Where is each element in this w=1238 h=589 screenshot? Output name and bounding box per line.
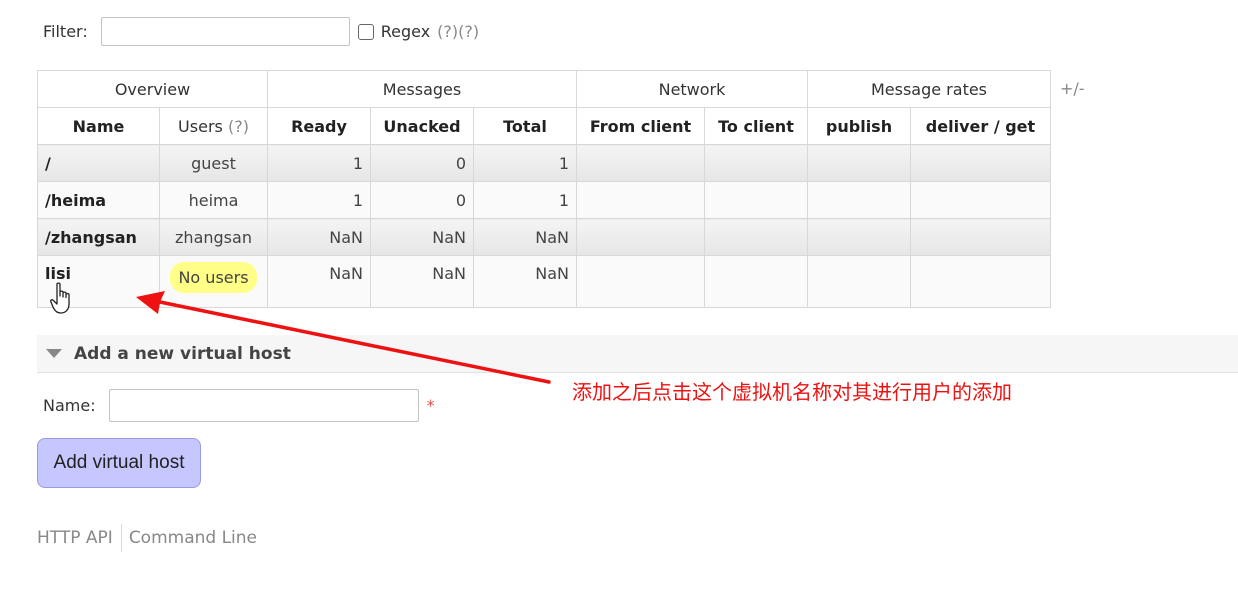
to-client-cell bbox=[704, 255, 808, 308]
unacked-cell: NaN bbox=[370, 255, 474, 308]
to-client-cell bbox=[704, 181, 808, 219]
publish-cell bbox=[807, 181, 911, 219]
col-unacked[interactable]: Unacked bbox=[370, 107, 474, 145]
to-client-cell bbox=[704, 218, 808, 256]
vhost-users-cell: heima bbox=[159, 181, 268, 219]
to-client-cell bbox=[704, 144, 808, 182]
unacked-cell: 0 bbox=[370, 181, 474, 219]
vhosts-table: Overview Messages Network Message rates … bbox=[37, 70, 1051, 308]
deliver-get-cell bbox=[910, 255, 1051, 308]
regex-help-link-2[interactable]: (?) bbox=[458, 22, 479, 41]
total-cell: NaN bbox=[473, 218, 577, 256]
command-line-link[interactable]: Command Line bbox=[129, 528, 257, 548]
regex-checkbox[interactable] bbox=[357, 23, 374, 40]
group-network: Network bbox=[576, 70, 808, 108]
deliver-get-cell bbox=[910, 218, 1051, 256]
col-to-client[interactable]: To client bbox=[704, 107, 808, 145]
hand-cursor-icon bbox=[50, 282, 70, 314]
vhost-name-label: Name: bbox=[43, 396, 96, 415]
col-name[interactable]: Name bbox=[37, 107, 160, 145]
table-row: /zhangsan zhangsan NaN NaN NaN bbox=[37, 218, 1051, 256]
regex-label: Regex bbox=[380, 22, 431, 41]
col-total[interactable]: Total bbox=[473, 107, 577, 145]
total-cell: 1 bbox=[473, 144, 577, 182]
deliver-get-cell bbox=[910, 144, 1051, 182]
column-toggle-link[interactable]: +/- bbox=[1060, 79, 1085, 98]
footer-divider bbox=[120, 524, 122, 552]
no-users-badge: No users bbox=[170, 262, 257, 293]
col-deliver-get[interactable]: deliver / get bbox=[910, 107, 1051, 145]
users-help-link[interactable]: (?) bbox=[228, 117, 249, 136]
from-client-cell bbox=[576, 218, 705, 256]
vhost-name-cell: /heima bbox=[37, 181, 160, 219]
group-overview: Overview bbox=[37, 70, 268, 108]
table-row: / guest 1 0 1 bbox=[37, 144, 1051, 182]
table-row: lisi No users NaN NaN NaN bbox=[37, 255, 1051, 308]
vhost-users-cell: guest bbox=[159, 144, 268, 182]
col-publish[interactable]: publish bbox=[807, 107, 911, 145]
vhost-link[interactable]: / bbox=[45, 154, 51, 173]
group-messages: Messages bbox=[267, 70, 577, 108]
vhost-link[interactable]: /heima bbox=[45, 191, 106, 210]
from-client-cell bbox=[576, 181, 705, 219]
vhost-name-cell: /zhangsan bbox=[37, 218, 160, 256]
publish-cell bbox=[807, 218, 911, 256]
unacked-cell: 0 bbox=[370, 144, 474, 182]
total-cell: NaN bbox=[473, 255, 577, 308]
collapse-triangle-icon bbox=[46, 349, 62, 358]
from-client-cell bbox=[576, 144, 705, 182]
col-users[interactable]: Users (?) bbox=[159, 107, 268, 145]
filter-input[interactable] bbox=[100, 17, 350, 46]
vhost-name-cell: / bbox=[37, 144, 160, 182]
table-row: /heima heima 1 0 1 bbox=[37, 181, 1051, 219]
http-api-link[interactable]: HTTP API bbox=[37, 528, 113, 548]
add-vhost-section-title: Add a new virtual host bbox=[74, 343, 291, 364]
ready-cell: NaN bbox=[267, 218, 371, 256]
annotation-text: 添加之后点击这个虚拟机名称对其进行用户的添加 bbox=[572, 380, 1012, 404]
add-vhost-section-toggle[interactable]: Add a new virtual host bbox=[37, 335, 1238, 373]
col-from-client[interactable]: From client bbox=[576, 107, 705, 145]
col-users-label: Users bbox=[178, 116, 223, 136]
filter-row: Filter: Regex (?) (?) bbox=[43, 15, 479, 48]
total-cell: 1 bbox=[473, 181, 577, 219]
vhost-users-cell: zhangsan bbox=[159, 218, 268, 256]
publish-cell bbox=[807, 255, 911, 308]
regex-help-link-1[interactable]: (?) bbox=[437, 22, 458, 41]
vhost-link[interactable]: /zhangsan bbox=[45, 228, 137, 247]
add-virtual-host-button[interactable]: Add virtual host bbox=[37, 438, 201, 488]
required-mark: * bbox=[426, 396, 435, 415]
ready-cell: 1 bbox=[267, 144, 371, 182]
unacked-cell: NaN bbox=[370, 218, 474, 256]
filter-label: Filter: bbox=[43, 22, 88, 41]
col-ready[interactable]: Ready bbox=[267, 107, 371, 145]
vhost-name-row: Name: * bbox=[43, 389, 435, 422]
ready-cell: NaN bbox=[267, 255, 371, 308]
vhost-link[interactable]: lisi bbox=[45, 264, 71, 283]
vhost-users-cell: No users bbox=[159, 255, 268, 308]
footer: HTTP API Command Line bbox=[37, 524, 257, 552]
ready-cell: 1 bbox=[267, 181, 371, 219]
publish-cell bbox=[807, 144, 911, 182]
deliver-get-cell bbox=[910, 181, 1051, 219]
vhost-name-input[interactable] bbox=[108, 389, 419, 422]
group-message-rates: Message rates bbox=[807, 70, 1051, 108]
from-client-cell bbox=[576, 255, 705, 308]
